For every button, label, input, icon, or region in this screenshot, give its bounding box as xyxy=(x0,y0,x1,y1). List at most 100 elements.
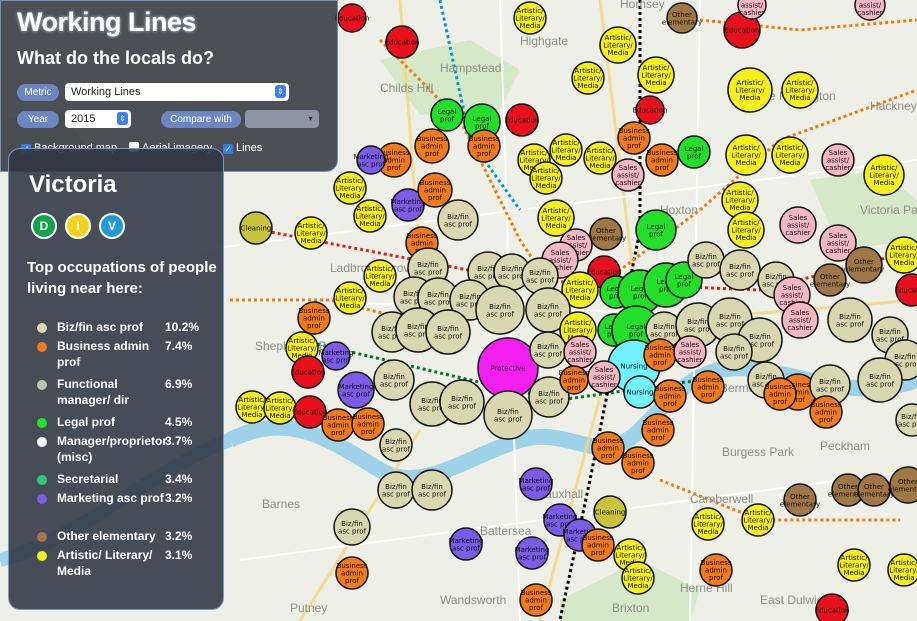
station-node-protective[interactable]: Protective xyxy=(477,337,539,399)
station-node-artistic[interactable]: Artistic/Literary/Media xyxy=(771,136,809,174)
station-node-biz[interactable]: Biz/finasc prof xyxy=(475,285,525,335)
station-node-sales[interactable]: Salesassist/cashier xyxy=(673,335,707,369)
station-node-biz[interactable]: Biz/finasc prof xyxy=(687,241,725,279)
station-node-artistic[interactable]: Artistic/Literary/Media xyxy=(294,216,328,250)
svg-text:Media: Media xyxy=(789,94,810,102)
station-node-sales[interactable]: Salesassist/cashier xyxy=(611,158,645,192)
station-node-admin[interactable]: Businessadminprof xyxy=(699,553,733,587)
station-node-admin[interactable]: Businessadminprof xyxy=(321,408,355,442)
svg-text:Media: Media xyxy=(535,182,556,190)
compare-select[interactable]: ▾ xyxy=(245,110,319,128)
station-node-education[interactable]: Education xyxy=(291,355,326,389)
station-node-admin[interactable]: Businessadminprof xyxy=(519,583,553,617)
station-node-admin[interactable]: Businessadminprof xyxy=(809,395,843,429)
station-node-admin[interactable]: Businessadminprof xyxy=(335,556,369,590)
station-node-sales[interactable]: Salesassist/cashier xyxy=(587,360,621,394)
station-node-admin[interactable]: Businessadminprof xyxy=(351,407,385,441)
station-node-biz[interactable]: Biz/finasc prof xyxy=(425,309,471,355)
station-node-marketing[interactable]: Marketingasc prof xyxy=(515,536,550,570)
station-node-admin[interactable]: Businessadminprof xyxy=(645,143,679,177)
station-node-biz[interactable]: Biz/finasc prof xyxy=(379,428,413,462)
station-node-sales[interactable]: Salesassist/cashier xyxy=(821,143,855,177)
station-node-artistic[interactable]: Artistic/Literary/Media xyxy=(863,154,905,196)
station-node-artistic[interactable]: Artistic/Literary/Media xyxy=(725,134,767,176)
station-node-admin[interactable]: Businessadminprof xyxy=(641,413,675,447)
station-node-cleaning[interactable]: Cleaning xyxy=(593,495,627,529)
svg-text:prof: prof xyxy=(627,142,641,150)
station-node-marketing[interactable]: Marketingasc prof xyxy=(449,527,484,561)
station-node-legal[interactable]: Legalprof xyxy=(430,98,464,132)
station-node-marketing[interactable]: Marketingasc prof xyxy=(337,371,375,409)
station-node-artistic[interactable]: Artistic/Literary/Media xyxy=(235,390,269,424)
station-node-sales[interactable]: Salesassist/cashier xyxy=(779,206,817,244)
place-label: Peckham xyxy=(820,439,870,453)
station-node-artistic[interactable]: Artistic/Literary/Media xyxy=(691,507,725,541)
station-node-artistic[interactable]: Artistic/Literary/Media xyxy=(599,26,637,64)
station-node-admin[interactable]: Businessadminprof xyxy=(643,338,677,372)
station-node-marketing[interactable]: Marketingasc prof xyxy=(519,467,554,501)
station-node-sales[interactable]: Salesassist/cashier xyxy=(781,301,819,339)
station-node-artistic[interactable]: Artistic/Literary/Media xyxy=(529,161,563,195)
station-node-admin[interactable]: Businessadminprof xyxy=(414,128,450,164)
station-node-artistic[interactable]: Artistic/Literary/Media xyxy=(333,171,367,205)
station-node-artistic[interactable]: Artistic/Literary/Media xyxy=(263,391,297,425)
station-node-artistic[interactable]: Artistic/Literary/Media xyxy=(741,503,775,537)
station-node-artistic[interactable]: Artistic/Literary/Media xyxy=(637,56,675,94)
station-node-admin[interactable]: Businessadminprof xyxy=(417,172,453,208)
station-node-artistic[interactable]: Artistic/Literary/Media xyxy=(583,141,617,175)
station-node-artistic[interactable]: Artistic/Literary/Media xyxy=(513,1,547,35)
station-node-artistic[interactable]: Artistic/Literary/Media xyxy=(353,199,387,233)
station-node-admin[interactable]: Businessadminprof xyxy=(617,121,651,155)
station-node-biz[interactable]: Biz/finasc prof xyxy=(333,508,371,546)
svg-text:Education: Education xyxy=(291,369,326,377)
svg-text:cashier: cashier xyxy=(825,247,850,255)
station-node-sales[interactable]: Salesassist/cashier xyxy=(737,0,767,20)
station-node-biz[interactable]: Biz/finasc prof xyxy=(827,297,873,343)
station-node-biz[interactable]: Biz/finasc prof xyxy=(377,471,415,509)
station-node-admin[interactable]: Businessadminprof xyxy=(621,446,655,480)
svg-text:Cleaning: Cleaning xyxy=(241,225,272,233)
station-node-artistic[interactable]: Artistic/Literary/Media xyxy=(549,133,583,167)
station-node-nursing[interactable]: Nursing xyxy=(623,375,657,409)
metric-select[interactable]: Working Lines ⇕ xyxy=(65,83,289,101)
station-node-biz[interactable]: Biz/finasc prof xyxy=(439,379,485,425)
station-node-artistic[interactable]: Artistic/Literary/Media xyxy=(885,236,917,274)
app-subtitle: What do the locals do? xyxy=(17,48,214,68)
station-node-biz[interactable]: Biz/finasc prof xyxy=(483,390,533,440)
station-node-artistic[interactable]: Artistic/Literary/Media xyxy=(727,67,773,113)
station-node-admin[interactable]: Businessadminprof xyxy=(691,370,725,404)
year-select[interactable]: 2015 ⇕ xyxy=(65,110,131,128)
station-node-biz[interactable]: Biz/finasc prof xyxy=(411,469,453,511)
station-node-education[interactable]: Education xyxy=(385,25,420,59)
station-node-artistic[interactable]: Artistic/Literary/Media xyxy=(837,548,871,582)
station-node-biz[interactable]: Biz/finasc prof xyxy=(715,333,753,371)
station-node-biz[interactable]: Biz/finasc prof xyxy=(373,359,415,401)
svg-text:Media: Media xyxy=(697,528,718,536)
station-node-admin[interactable]: Businessadminprof xyxy=(581,528,615,562)
station-node-admin[interactable]: Businessadminprof xyxy=(467,129,501,163)
station-node-artistic[interactable]: Artistic/Literary/Media xyxy=(571,61,605,95)
lines-checkbox[interactable]: ✓ Lines xyxy=(223,141,262,155)
station-node-artistic[interactable]: Artistic/Literary/Media xyxy=(333,281,367,315)
station-node-biz[interactable]: Biz/finasc prof xyxy=(529,331,567,369)
station-node-artistic[interactable]: Artistic/Literary/Media xyxy=(621,561,655,595)
station-node-artistic[interactable]: Artistic/Literary/Media xyxy=(727,211,765,249)
station-node-admin[interactable]: Businessadminprof xyxy=(591,431,625,465)
station-node-admin[interactable]: Businessadminprof xyxy=(297,301,331,335)
station-node-artistic[interactable]: Artistic/Literary/Media xyxy=(781,71,819,109)
station-node-cleaning[interactable]: Cleaning xyxy=(239,211,273,245)
station-node-artistic[interactable]: Artistic/Literary/Media xyxy=(363,259,397,293)
svg-text:asc prof: asc prof xyxy=(418,490,446,498)
station-node-admin[interactable]: Businessadminprof xyxy=(653,379,687,413)
station-node-admin[interactable]: Businessadminprof xyxy=(763,377,797,411)
station-node-education[interactable]: Education xyxy=(505,103,540,137)
svg-text:elementary: elementary xyxy=(844,265,884,273)
station-node-legal[interactable]: Legalprof xyxy=(635,209,677,251)
station-node-legal[interactable]: Legalprof xyxy=(677,135,711,169)
station-node-biz[interactable]: Biz/finasc prof xyxy=(719,249,761,291)
station-node-biz[interactable]: Biz/finasc prof xyxy=(857,357,903,403)
station-node-artistic[interactable]: Artistic/Literary/Media xyxy=(887,553,917,587)
station-node-biz[interactable]: Biz/finasc prof xyxy=(437,199,479,241)
compare-label: Compare with xyxy=(161,111,241,128)
station-node-sales[interactable]: Salesassist/cashier xyxy=(563,335,597,369)
